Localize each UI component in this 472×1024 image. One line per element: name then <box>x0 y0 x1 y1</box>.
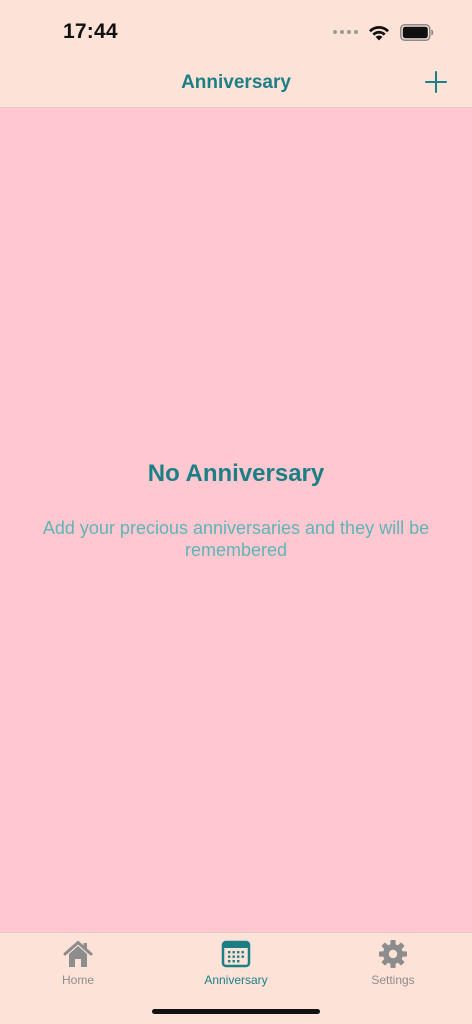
gear-icon <box>379 940 407 968</box>
page-title: Anniversary <box>181 72 291 93</box>
status-icons <box>333 22 434 42</box>
tab-settings[interactable]: Settings <box>333 939 453 991</box>
house-icon <box>63 941 93 967</box>
empty-state-title: No Anniversary <box>147 460 325 487</box>
empty-state-message: Add your precious anniversaries and they… <box>42 518 430 560</box>
tab-settings-label: Settings <box>371 973 415 987</box>
tab-home-label: Home <box>61 973 94 987</box>
add-anniversary-button[interactable] <box>424 70 448 94</box>
tab-anniversary-label: Anniversary <box>204 973 268 987</box>
top-bar: 17:44 Anniversary <box>0 0 472 108</box>
screen: 17:44 Anniversary No Anniversary Add you… <box>0 0 472 1024</box>
wifi-icon <box>369 25 389 40</box>
plus-icon <box>425 71 447 93</box>
tab-home[interactable]: Home <box>18 939 138 991</box>
empty-state: No Anniversary Add your precious anniver… <box>0 460 472 561</box>
tab-anniversary[interactable]: Anniversary <box>176 939 296 991</box>
status-time: 17:44 <box>63 20 118 43</box>
cellular-signal-icon <box>333 30 358 34</box>
battery-icon <box>400 23 434 41</box>
calendar-icon <box>221 940 251 968</box>
home-indicator <box>152 1009 320 1014</box>
